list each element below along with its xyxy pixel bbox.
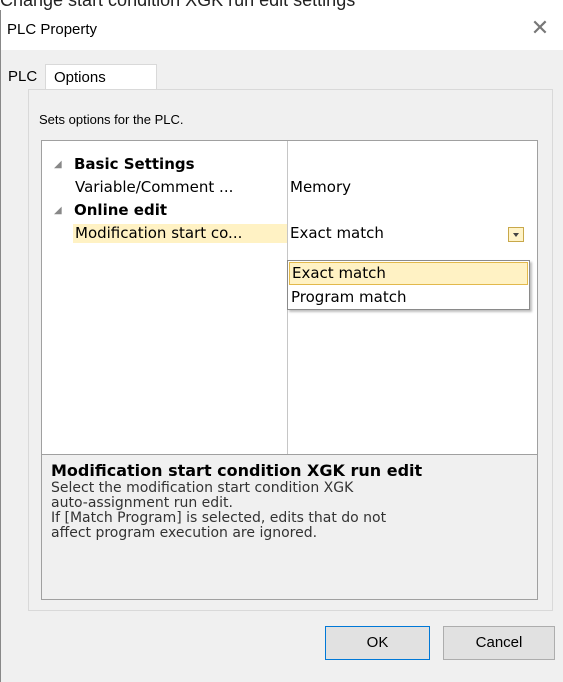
dialog-title: PLC Property — [7, 21, 98, 38]
help-line: affect program execution are ignored. — [51, 525, 318, 541]
option-exact-match[interactable]: Exact match — [289, 262, 528, 285]
property-row-modification-start[interactable]: Modification start co... Exact match — [42, 224, 537, 243]
tab-options[interactable]: Options — [45, 64, 157, 90]
close-icon[interactable]: ✕ — [526, 14, 554, 42]
options-description: Sets options for the PLC. — [39, 112, 184, 127]
property-name: Modification start co... — [73, 224, 287, 243]
help-line: If [Match Program] is selected, edits th… — [51, 510, 387, 526]
tab-plc[interactable]: PLC — [4, 64, 46, 90]
cancel-button[interactable]: Cancel — [443, 626, 555, 660]
category-label: Basic Settings — [74, 155, 195, 173]
collapse-triangle-icon[interactable]: ◢ — [54, 155, 62, 174]
category-basic-settings[interactable]: ◢ Basic Settings — [42, 155, 537, 174]
help-text: Select the modification start condition … — [51, 481, 521, 541]
property-name: Variable/Comment ... — [75, 178, 234, 196]
dropdown-list: Exact match Program match — [287, 260, 530, 310]
category-label: Online edit — [74, 201, 168, 219]
property-row-variable-comment[interactable]: Variable/Comment ... Memory — [42, 178, 537, 197]
property-value[interactable]: Memory — [288, 178, 536, 197]
title-bar: PLC Property ✕ — [1, 10, 563, 50]
help-title: Modification start condition XGK run edi… — [51, 461, 423, 480]
ok-button[interactable]: OK — [325, 626, 430, 660]
collapse-triangle-icon[interactable]: ◢ — [54, 201, 62, 220]
category-online-edit[interactable]: ◢ Online edit — [42, 201, 537, 220]
property-value[interactable]: Exact match — [288, 224, 536, 243]
help-line: Select the modification start condition … — [51, 480, 354, 496]
property-grid: ◢ Basic Settings Variable/Comment ... Me… — [41, 140, 538, 600]
help-line: auto-assignment run edit. — [51, 495, 233, 511]
option-program-match[interactable]: Program match — [289, 286, 528, 309]
chevron-down-icon[interactable] — [508, 227, 524, 242]
help-panel: Modification start condition XGK run edi… — [42, 454, 537, 599]
